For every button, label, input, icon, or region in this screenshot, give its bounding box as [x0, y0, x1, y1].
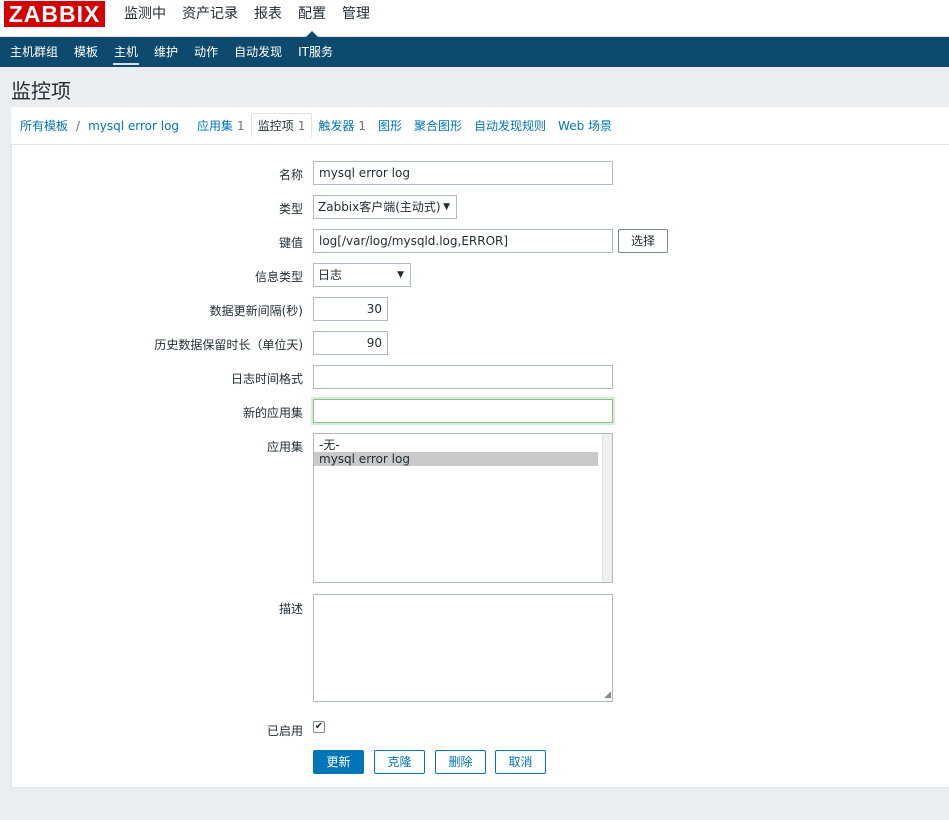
submenu-actions[interactable]: 动作	[186, 37, 226, 67]
menu-administration[interactable]: 管理	[334, 0, 378, 37]
top-bar: ZABBIX 监测中 资产记录 报表 配置 管理	[0, 0, 949, 38]
log-time-format-input[interactable]	[313, 365, 613, 389]
submenu-templates[interactable]: 模板	[66, 37, 106, 67]
submenu-discovery[interactable]: 自动发现	[226, 37, 290, 67]
clone-button[interactable]: 克隆	[374, 750, 425, 774]
breadcrumb-host[interactable]: mysql error log	[82, 116, 185, 136]
new-application-label: 新的应用集	[242, 406, 303, 420]
tab-triggers-label: 触发器	[318, 119, 355, 133]
log-time-format-label: 日志时间格式	[230, 372, 303, 386]
page-title: 监控项	[11, 79, 71, 103]
sub-menu: 主机群组 模板 主机 维护 动作 自动发现 IT服务	[0, 37, 949, 67]
info-type-select-value: 日志	[318, 268, 343, 282]
menu-reports[interactable]: 报表	[246, 0, 290, 37]
key-input[interactable]: log[/var/log/mysqld.log,ERROR]	[313, 229, 613, 253]
select-key-button[interactable]: 选择	[618, 229, 668, 253]
applications-listbox[interactable]: -无- mysql error log	[313, 433, 613, 583]
tab-triggers[interactable]: 触发器 1	[312, 114, 372, 137]
submenu-it-services[interactable]: IT服务	[290, 37, 341, 67]
submenu-host-groups[interactable]: 主机群组	[2, 37, 66, 67]
breadcrumb-all-templates[interactable]: 所有模板	[14, 114, 74, 137]
type-label: 类型	[278, 202, 303, 216]
history-input[interactable]: 90	[313, 331, 388, 355]
menu-configuration[interactable]: 配置	[290, 0, 334, 38]
description-textarea[interactable]: ◢	[313, 594, 613, 702]
cancel-button[interactable]: 取消	[495, 750, 546, 774]
delete-button[interactable]: 删除	[435, 750, 486, 774]
info-type-label: 信息类型	[254, 270, 303, 284]
main-menu: 监测中 资产记录 报表 配置 管理	[116, 0, 378, 38]
name-label: 名称	[278, 168, 303, 182]
tab-items-label: 监控项	[257, 119, 294, 133]
application-option-none[interactable]: -无-	[314, 438, 598, 452]
new-application-input[interactable]	[313, 399, 613, 423]
enabled-label: 已启用	[266, 724, 303, 738]
item-form: 名称 mysql error log 类型 Zabbix客户端(主动式) ▼ 键…	[11, 145, 949, 788]
chevron-down-icon: ▼	[443, 202, 450, 212]
menu-inventory[interactable]: 资产记录	[174, 0, 246, 37]
zabbix-logo[interactable]: ZABBIX	[4, 1, 105, 27]
breadcrumb-tabs: 所有模板 / mysql error log 应用集 1 监控项 1 触发器 1 图形…	[11, 107, 949, 145]
application-option-mysql-error-log[interactable]: mysql error log	[314, 452, 598, 466]
update-interval-label: 数据更新间隔(秒)	[209, 304, 303, 318]
menu-monitoring[interactable]: 监测中	[116, 0, 174, 37]
tab-web-scenarios[interactable]: Web 场景	[552, 114, 618, 137]
submenu-hosts[interactable]: 主机	[106, 37, 146, 67]
chevron-down-icon: ▼	[397, 270, 404, 280]
resize-grip-icon[interactable]: ◢	[604, 691, 611, 700]
tab-applications[interactable]: 应用集 1	[191, 114, 251, 137]
tab-discovery-rules[interactable]: 自动发现规则	[468, 114, 552, 137]
name-input[interactable]: mysql error log	[313, 161, 613, 185]
history-label: 历史数据保留时长（单位天)	[154, 338, 303, 352]
update-button[interactable]: 更新	[313, 750, 364, 774]
tab-items-count: 1	[297, 119, 306, 133]
type-select[interactable]: Zabbix客户端(主动式) ▼	[313, 195, 457, 219]
tab-screens[interactable]: 聚合图形	[408, 114, 468, 137]
applications-label: 应用集	[266, 440, 303, 454]
update-interval-input[interactable]: 30	[313, 297, 388, 321]
submenu-maintenance[interactable]: 维护	[146, 37, 186, 67]
tab-triggers-count: 1	[358, 119, 366, 133]
tab-applications-count: 1	[237, 119, 245, 133]
breadcrumb-separator: /	[76, 118, 81, 133]
info-type-select[interactable]: 日志 ▼	[313, 263, 411, 287]
key-label: 键值	[278, 236, 303, 250]
tab-items[interactable]: 监控项 1	[250, 113, 313, 138]
tab-applications-label: 应用集	[197, 119, 234, 133]
tab-graphs[interactable]: 图形	[372, 114, 408, 137]
enabled-checkbox[interactable]: ✔	[313, 721, 325, 733]
description-label: 描述	[278, 602, 303, 616]
listbox-scrollbar[interactable]	[602, 434, 612, 582]
type-select-value: Zabbix客户端(主动式)	[318, 200, 441, 214]
